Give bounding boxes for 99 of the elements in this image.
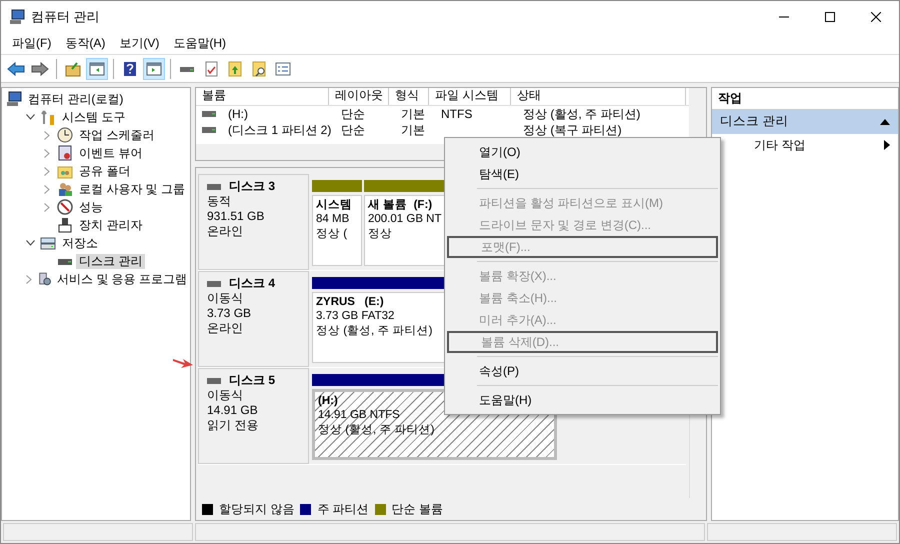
storage-icon: [40, 235, 56, 251]
close-icon[interactable]: [871, 12, 881, 22]
partition-block[interactable]: 시스템 84 MB 정상 (: [312, 195, 362, 266]
partition-name: (H:): [318, 394, 338, 408]
partition-size: 84 MB: [316, 212, 350, 227]
tree-item[interactable]: 저장소: [59, 236, 101, 250]
tree-item[interactable]: 이벤트 뷰어: [76, 146, 146, 160]
help-icon[interactable]: [121, 60, 139, 78]
menu-item[interactable]: 탐색(E): [447, 163, 718, 185]
tools-icon: [40, 109, 56, 125]
disk-status: 온라인: [207, 224, 244, 239]
partition-status: 정상 (활성, 주 파티션): [316, 324, 432, 338]
partition-name: ZYRUS (E:): [316, 295, 384, 310]
partition-size: 3.73 GB FAT32: [316, 309, 394, 324]
submenu-arrow-icon: [884, 140, 890, 150]
log-icon: [57, 145, 73, 161]
collapsed-chevron-icon[interactable]: [44, 202, 50, 212]
gauge-icon: [57, 199, 73, 215]
partition-status: 정상: [368, 226, 392, 242]
disk-size: 3.73 GB: [207, 306, 252, 321]
drive-icon: [202, 109, 216, 119]
collapsed-chevron-icon[interactable]: [44, 148, 50, 158]
legend-label: 주 파티션: [317, 502, 369, 516]
table-cell-text: 정상 (복구 파티션): [522, 122, 623, 138]
disk-name: 디스크 4: [229, 276, 276, 291]
tree-item[interactable]: 시스템 도구: [59, 110, 128, 124]
folder-search-icon[interactable]: [250, 60, 268, 78]
menu-item[interactable]: 동작(A): [58, 36, 112, 51]
partition-bar: [312, 180, 362, 192]
users-icon: [57, 181, 73, 197]
window-title: 컴퓨터 관리: [31, 8, 100, 26]
partition-status: 정상 (: [316, 226, 348, 242]
table-cell-text: 단순: [340, 122, 366, 138]
column-header[interactable]: 상태: [511, 88, 686, 105]
tree-item[interactable]: 서비스 및 응용 프로그램: [54, 272, 190, 286]
collapsed-chevron-icon[interactable]: [44, 166, 50, 176]
disk-type: 이동식: [207, 388, 244, 403]
menu-item[interactable]: 도움말(H): [166, 36, 233, 51]
collapsed-chevron-icon[interactable]: [26, 274, 32, 284]
collapse-icon[interactable]: [880, 119, 890, 125]
device-icon: [57, 217, 73, 233]
legend-label: 할당되지 않음: [219, 502, 294, 516]
maximize-icon[interactable]: [825, 12, 835, 22]
collapsed-chevron-icon[interactable]: [44, 130, 50, 140]
disk-type: 이동식: [207, 291, 244, 306]
table-cell-text: 정상 (활성, 주 파티션): [522, 106, 642, 122]
disk-size: 931.51 GB: [207, 209, 266, 224]
table-cell-text: (디스크 1 파티션 2): [227, 122, 332, 138]
table-cell-text: 기본: [400, 122, 426, 138]
column-header[interactable]: 레이아웃: [329, 88, 389, 105]
action-link[interactable]: 기타 작업: [754, 138, 806, 152]
partition-size: 200.01 GB NT: [368, 212, 442, 227]
folder-icon[interactable]: [64, 60, 82, 78]
partition-status: 정상 (활성, 주 파티션): [318, 422, 434, 438]
column-header[interactable]: 파일 시스템: [429, 88, 511, 105]
pointer-arrow-icon: [173, 356, 193, 370]
menu-item[interactable]: 열기(O): [447, 141, 718, 163]
column-header[interactable]: 형식: [389, 88, 429, 105]
computer-icon: [9, 9, 25, 25]
clock-icon: [57, 127, 73, 143]
table-cell-text: 단순: [340, 106, 366, 122]
legend-label: 단순 볼륨: [392, 502, 444, 516]
tree-item[interactable]: 디스크 관리: [76, 254, 146, 268]
disk-size: 14.91 GB: [207, 403, 259, 418]
table-cell-text: 기본: [400, 106, 426, 122]
partition-name: 새 볼륨 (F:): [368, 198, 432, 212]
menu-item[interactable]: 속성(P): [447, 360, 718, 382]
disk-type: 동적: [207, 194, 232, 209]
services-icon: [38, 271, 51, 287]
expanded-chevron-icon[interactable]: [26, 240, 34, 246]
column-header[interactable]: 볼륨: [196, 88, 329, 105]
menu-item[interactable]: 파일(F): [5, 36, 58, 51]
drive-icon: [207, 280, 221, 288]
table-cell-text: (H:): [227, 106, 249, 122]
disk-name: 디스크 3: [229, 179, 276, 194]
partition-size: 14.91 GB NTFS: [318, 408, 400, 423]
tree-item[interactable]: 공유 폴더: [76, 164, 134, 178]
tree-item[interactable]: 로컬 사용자 및 그룹: [76, 182, 188, 196]
forward-arrow-icon[interactable]: [31, 60, 49, 78]
tree-item[interactable]: 작업 스케줄러: [76, 128, 158, 142]
action-pane-icon[interactable]: [145, 60, 163, 78]
drive-icon: [207, 182, 221, 190]
back-arrow-icon[interactable]: [7, 60, 25, 78]
drive-icon: [207, 376, 221, 384]
expanded-chevron-icon[interactable]: [26, 114, 34, 120]
console-tree-icon[interactable]: [88, 60, 106, 78]
computer-icon: [6, 91, 22, 107]
tree-item[interactable]: 컴퓨터 관리(로컬): [25, 92, 126, 106]
disk-name: 디스크 5: [229, 373, 276, 388]
disk-status: 온라인: [207, 321, 244, 336]
partition-name: 시스템: [316, 198, 352, 212]
tree-item[interactable]: 장치 관리자: [76, 218, 146, 232]
disk-status: 읽기 전용: [207, 418, 260, 433]
collapsed-chevron-icon[interactable]: [44, 184, 50, 194]
menu-item[interactable]: 보기(V): [112, 36, 166, 51]
tree-item[interactable]: 성능: [76, 200, 106, 214]
drive-icon: [202, 125, 216, 135]
table-cell-text: NTFS: [440, 106, 474, 122]
checklist-icon[interactable]: [274, 60, 292, 78]
